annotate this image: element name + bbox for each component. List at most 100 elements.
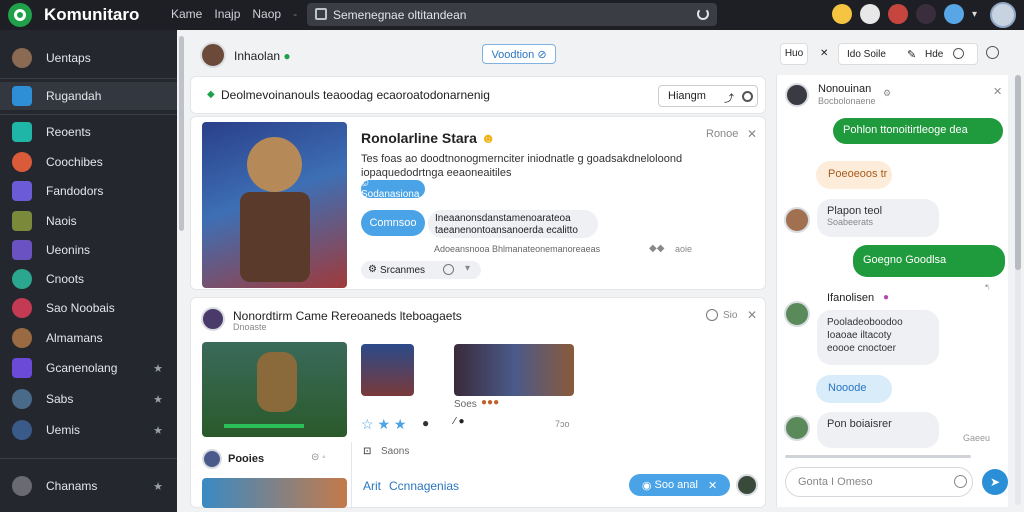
message-out: Pohlon ttonoitirtleoge dea — [833, 118, 1003, 144]
post-title: Ronolarline Stara ☻ — [361, 130, 496, 146]
chat-avatar[interactable] — [784, 415, 810, 441]
message-in: Pooladeoboodoo Ioaoae iltacoty eoooe cno… — [817, 310, 939, 365]
sidebar-item[interactable]: Sabs ★ — [0, 385, 177, 413]
refresh-icon[interactable] — [697, 8, 709, 20]
link[interactable]: Arit — [363, 479, 381, 493]
close-icon[interactable]: ✕ — [820, 48, 828, 59]
send-button[interactable]: ➤ — [982, 469, 1008, 495]
star-icon[interactable]: ★ — [153, 480, 163, 493]
post-image[interactable] — [202, 122, 347, 288]
sidebar-item[interactable]: Naois — [0, 207, 177, 235]
sidebar-label: Fandodors — [46, 184, 104, 198]
thumbnail[interactable] — [202, 478, 347, 508]
trophy-icon[interactable] — [832, 4, 852, 24]
bird-icon[interactable] — [944, 4, 964, 24]
record-icon[interactable]: ● — [422, 416, 429, 430]
thumbnail[interactable] — [454, 344, 574, 396]
tag-pill[interactable]: © Sodanasiona — [361, 178, 425, 200]
comment-label[interactable]: Saons — [381, 446, 409, 457]
compose-text[interactable]: Deolmevoinanouls teaoodag ecaoroatodonar… — [221, 88, 490, 102]
view-button[interactable]: Voodtion ⊘ — [482, 44, 556, 64]
chat-input-text[interactable]: Gonta I Omeso — [798, 476, 873, 488]
sidebar-label: Gcanenolang — [46, 361, 118, 375]
post-button[interactable]: Hiangm — [668, 90, 706, 102]
game-icon[interactable] — [888, 4, 908, 24]
user-avatar[interactable] — [990, 2, 1016, 28]
share-icon[interactable]: ⤴ — [724, 90, 734, 105]
message-name: Ifanolisen — [827, 292, 875, 304]
nav-item[interactable]: Naop — [252, 7, 281, 21]
send-pill[interactable]: ◉ Soo anal ✕ — [629, 474, 730, 496]
gear-icon[interactable]: ⚙ — [883, 88, 891, 99]
sidebar-item[interactable]: Uentaps — [0, 44, 177, 72]
message-in: Nooode — [816, 375, 892, 403]
emoji-icon[interactable] — [954, 475, 967, 488]
sidebar-item[interactable]: Fandodors — [0, 177, 177, 205]
sidebar-item[interactable]: Chanams ★ — [0, 472, 177, 500]
search-bar[interactable]: Semenegnae oltitandean — [307, 3, 717, 26]
nav-item[interactable]: Inajp — [214, 7, 240, 21]
action-button[interactable]: Comnsoo — [361, 210, 425, 236]
nav-item[interactable]: Kame — [171, 7, 202, 21]
close-icon[interactable]: ✕ — [747, 127, 757, 141]
sidebar-item-active[interactable]: Rugandah — [0, 82, 177, 110]
reaction-icon: ● — [883, 292, 890, 303]
chevron-down-icon[interactable]: ▾ — [465, 263, 470, 274]
sidebar-label: Sabs — [46, 392, 74, 406]
sidebar-item[interactable]: Sao Noobais — [0, 294, 177, 322]
toolbar-button[interactable]: Huo — [780, 43, 808, 65]
sidebar-item[interactable]: Cnoots — [0, 265, 177, 293]
edit-icon[interactable]: ✎ — [907, 48, 916, 61]
star-icon[interactable]: ★ — [153, 362, 163, 375]
divider — [351, 442, 352, 509]
chat-scrollbar[interactable] — [1015, 75, 1021, 505]
message-subtitle: Soabeerats — [827, 217, 874, 227]
user-avatar[interactable] — [202, 449, 222, 469]
character-icon[interactable] — [916, 4, 936, 24]
close-icon[interactable]: ✕ — [993, 85, 1002, 98]
star-icon[interactable]: ★ — [153, 393, 163, 406]
close-icon[interactable]: ✕ — [708, 479, 717, 492]
chat-avatar[interactable] — [784, 207, 810, 233]
sidebar-label: Naois — [46, 214, 77, 228]
footer-label[interactable]: Srcanmes — [380, 265, 425, 276]
thumbnail[interactable] — [361, 344, 414, 396]
sidebar-item[interactable]: Gcanenolang ★ — [0, 354, 177, 382]
sidebar-item[interactable]: Ueonins — [0, 236, 177, 264]
toolbar-label[interactable]: Ido Soile — [847, 49, 886, 60]
chat-avatar[interactable] — [785, 83, 809, 107]
likes-text: Soes — [454, 399, 477, 410]
timer-icon[interactable] — [953, 48, 964, 59]
search-text[interactable]: Semenegnae oltitandean — [333, 8, 466, 22]
scrollbar-thumb[interactable] — [1015, 75, 1021, 270]
toolbar-label[interactable]: Hde — [925, 49, 943, 60]
game-screenshot[interactable] — [202, 342, 347, 437]
star-icon[interactable]: ☆ ★ ★ — [361, 416, 406, 433]
chat-input[interactable]: Gonta I Omeso — [785, 467, 973, 497]
search-icon[interactable] — [986, 46, 999, 59]
chevron-down-icon[interactable]: ▾ — [972, 9, 977, 20]
sidebar-item[interactable]: Coochibes — [0, 148, 177, 176]
author-avatar[interactable] — [201, 307, 225, 331]
smile-icon: ☻ — [480, 130, 496, 146]
sidebar-item[interactable]: Uemis ★ — [0, 416, 177, 444]
app-logo[interactable] — [8, 3, 32, 27]
clock-icon[interactable] — [443, 264, 454, 275]
reaction-icons: ●●● — [481, 397, 500, 408]
sidebar-label: Coochibes — [46, 155, 103, 169]
clock-icon[interactable] — [742, 91, 753, 102]
message-text: Poeoeoos tr — [828, 168, 888, 180]
settings-icon[interactable] — [860, 4, 880, 24]
sidebar-item[interactable]: Almamans — [0, 324, 177, 352]
sidebar-label: Almamans — [46, 331, 103, 345]
chat-avatar[interactable] — [784, 301, 810, 327]
sidebar-scrollbar[interactable] — [179, 36, 184, 231]
user-avatar[interactable] — [736, 474, 758, 496]
action-icons[interactable]: ⁄ ● — [454, 416, 465, 427]
link[interactable]: Ccnnagenias — [389, 479, 459, 493]
more-icon[interactable]: ⊝ ◦ — [311, 452, 326, 463]
profile-avatar[interactable] — [200, 42, 226, 68]
close-icon[interactable]: ✕ — [747, 308, 757, 322]
sidebar-item[interactable]: Reoents — [0, 118, 177, 146]
star-icon[interactable]: ★ — [153, 424, 163, 437]
